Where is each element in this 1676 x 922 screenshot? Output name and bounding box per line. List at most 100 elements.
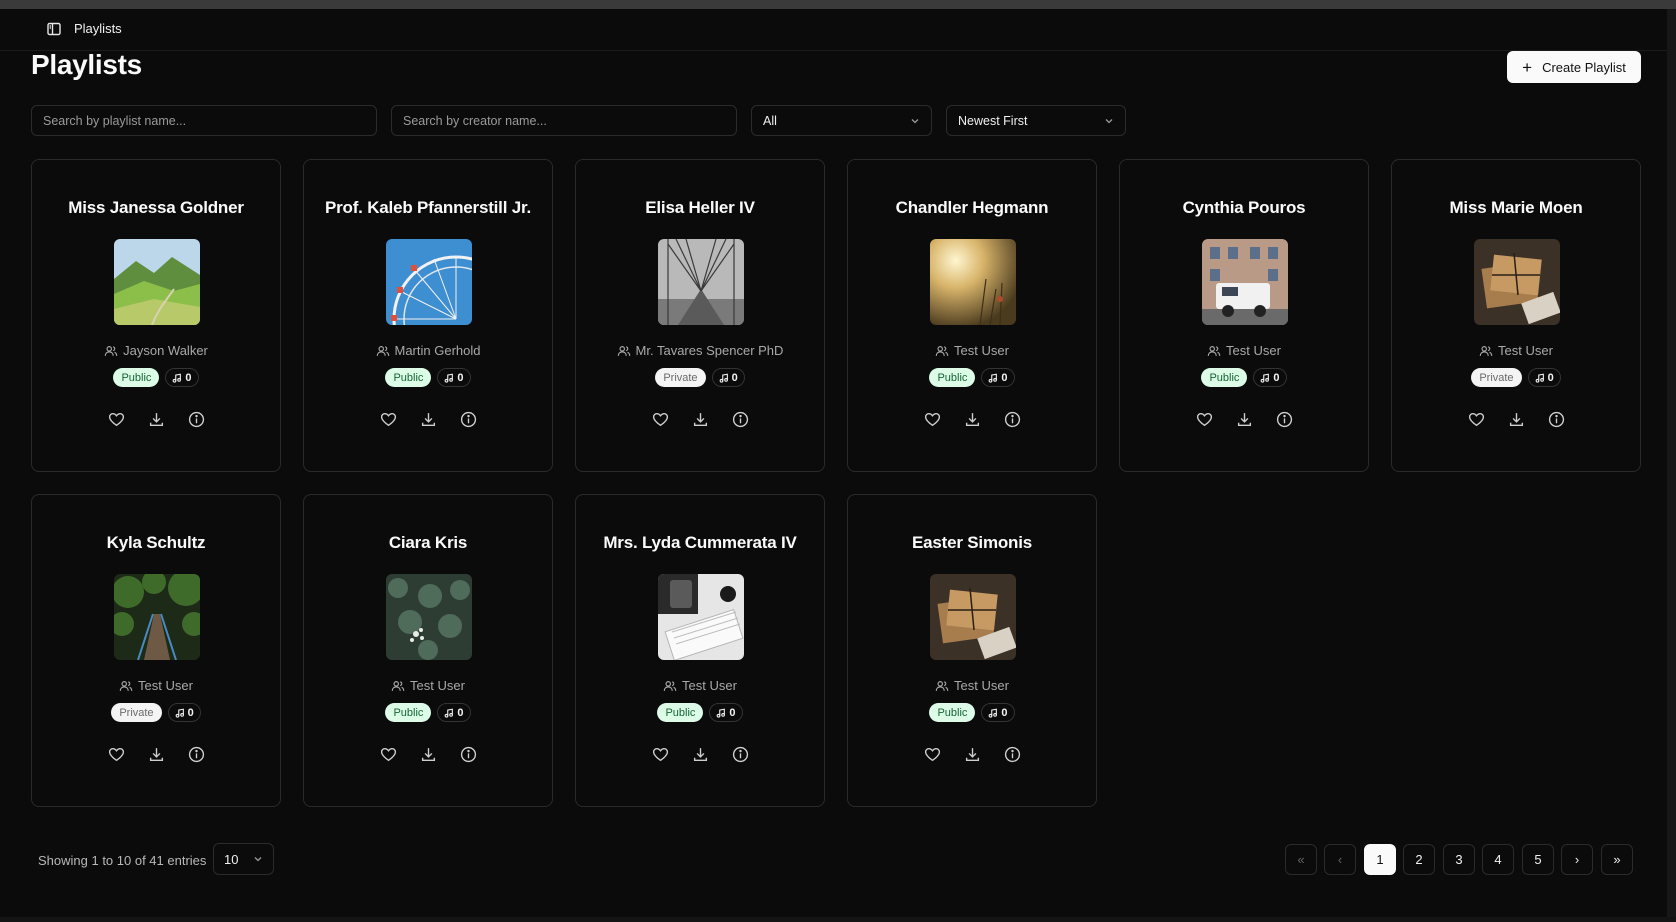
playlist-card[interactable]: Ciara Kris Test User Public 0 (303, 494, 553, 807)
heart-icon[interactable] (652, 746, 669, 763)
playlist-card[interactable]: Kyla Schultz Test User Private 0 (31, 494, 281, 807)
track-count-badge: 0 (981, 703, 1015, 722)
sort-select[interactable]: Newest First (946, 105, 1126, 136)
heart-icon[interactable] (1196, 411, 1213, 428)
track-count: 0 (1001, 706, 1008, 719)
creator-name: Test User (1226, 343, 1281, 358)
info-icon[interactable] (188, 411, 205, 428)
playlist-card[interactable]: Chandler Hegmann Test User Public 0 (847, 159, 1097, 472)
info-icon[interactable] (1004, 746, 1021, 763)
creator-name: Test User (1498, 343, 1553, 358)
download-icon[interactable] (1508, 411, 1525, 428)
playlist-badges: Private 0 (576, 368, 824, 387)
playlist-search-input[interactable] (31, 105, 377, 136)
download-icon[interactable] (420, 746, 437, 763)
track-count-badge: 0 (709, 703, 743, 722)
next-page-button[interactable]: › (1561, 844, 1593, 875)
playlist-card[interactable]: Miss Marie Moen Test User Private 0 (1391, 159, 1641, 472)
download-icon[interactable] (964, 411, 981, 428)
playlist-actions (32, 411, 280, 428)
page-button[interactable]: 5 (1522, 844, 1554, 875)
visibility-select[interactable]: All (751, 105, 932, 136)
heart-icon[interactable] (924, 411, 941, 428)
info-icon[interactable] (732, 411, 749, 428)
page-button[interactable]: 2 (1403, 844, 1435, 875)
playlist-card[interactable]: Easter Simonis Test User Public 0 (847, 494, 1097, 807)
playlist-cover-image (658, 574, 744, 660)
playlist-cover-image (930, 574, 1016, 660)
creator-name: Mr. Tavares Spencer PhD (635, 343, 784, 358)
playlist-creator: Test User (32, 678, 280, 693)
creator-name: Test User (138, 678, 193, 693)
track-count: 0 (1547, 371, 1554, 384)
track-count-badge: 0 (167, 703, 201, 722)
heart-icon[interactable] (108, 411, 125, 428)
info-icon[interactable] (460, 746, 477, 763)
playlist-card[interactable]: Cynthia Pouros Test User Public 0 (1119, 159, 1369, 472)
page-button[interactable]: 1 (1364, 844, 1396, 875)
last-page-button[interactable]: » (1601, 844, 1633, 875)
info-icon[interactable] (1276, 411, 1293, 428)
playlist-cover-image (114, 574, 200, 660)
playlist-creator: Mr. Tavares Spencer PhD (576, 343, 824, 358)
download-icon[interactable] (964, 746, 981, 763)
playlist-actions (304, 746, 552, 763)
chevron-left-icon: ‹ (1337, 852, 1343, 867)
playlist-actions (1392, 411, 1640, 428)
playlist-badges: Public 0 (848, 703, 1096, 722)
info-icon[interactable] (732, 746, 749, 763)
download-icon[interactable] (1236, 411, 1253, 428)
music-note-icon (175, 708, 185, 718)
heart-icon[interactable] (380, 746, 397, 763)
heart-icon[interactable] (924, 746, 941, 763)
download-icon[interactable] (692, 746, 709, 763)
track-count-badge: 0 (981, 368, 1015, 387)
track-count-badge: 0 (437, 703, 471, 722)
download-icon[interactable] (420, 411, 437, 428)
visibility-badge: Public (929, 368, 976, 387)
playlist-card[interactable]: Miss Janessa Goldner Jayson Walker Public 0 (31, 159, 281, 472)
page-button[interactable]: 4 (1482, 844, 1514, 875)
playlist-actions (304, 411, 552, 428)
info-icon[interactable] (1004, 411, 1021, 428)
playlist-title: Elisa Heller IV (645, 198, 755, 217)
users-icon (663, 679, 677, 693)
sidebar-toggle-icon[interactable] (46, 21, 62, 37)
playlist-badges: Private 0 (1392, 368, 1640, 387)
heart-icon[interactable] (380, 411, 397, 428)
users-icon (1479, 344, 1493, 358)
page-button[interactable]: 3 (1443, 844, 1475, 875)
window-bottom-edge (0, 917, 1676, 922)
playlist-cover-image (1202, 239, 1288, 325)
playlist-title: Mrs. Lyda Cummerata IV (603, 533, 797, 552)
music-note-icon (1260, 373, 1270, 383)
creator-name: Test User (682, 678, 737, 693)
users-icon (104, 344, 118, 358)
users-icon (935, 344, 949, 358)
visibility-badge: Public (113, 368, 160, 387)
playlist-card[interactable]: Prof. Kaleb Pfannerstill Jr. Martin Gerho… (303, 159, 553, 472)
info-icon[interactable] (188, 746, 205, 763)
download-icon[interactable] (148, 411, 165, 428)
heart-icon[interactable] (1468, 411, 1485, 428)
chevron-down-icon (254, 857, 262, 862)
music-note-icon (444, 708, 454, 718)
info-icon[interactable] (460, 411, 477, 428)
create-playlist-button[interactable]: + Create Playlist (1507, 51, 1641, 83)
playlist-card[interactable]: Elisa Heller IV Mr. Tavares Spencer PhD Pr… (575, 159, 825, 472)
first-page-button[interactable]: « (1285, 844, 1317, 875)
heart-icon[interactable] (108, 746, 125, 763)
page-size-select[interactable]: 10 (213, 843, 274, 875)
playlist-title: Ciara Kris (388, 533, 468, 552)
header-bar: Playlists (0, 9, 1667, 51)
heart-icon[interactable] (652, 411, 669, 428)
playlist-card[interactable]: Mrs. Lyda Cummerata IV Test User Public 0 (575, 494, 825, 807)
creator-search-input[interactable] (391, 105, 737, 136)
info-icon[interactable] (1548, 411, 1565, 428)
download-icon[interactable] (692, 411, 709, 428)
playlist-title: Miss Janessa Goldner (68, 198, 244, 217)
download-icon[interactable] (148, 746, 165, 763)
prev-page-button[interactable]: ‹ (1324, 844, 1356, 875)
window-top-strip (0, 0, 1676, 9)
music-note-icon (716, 708, 726, 718)
